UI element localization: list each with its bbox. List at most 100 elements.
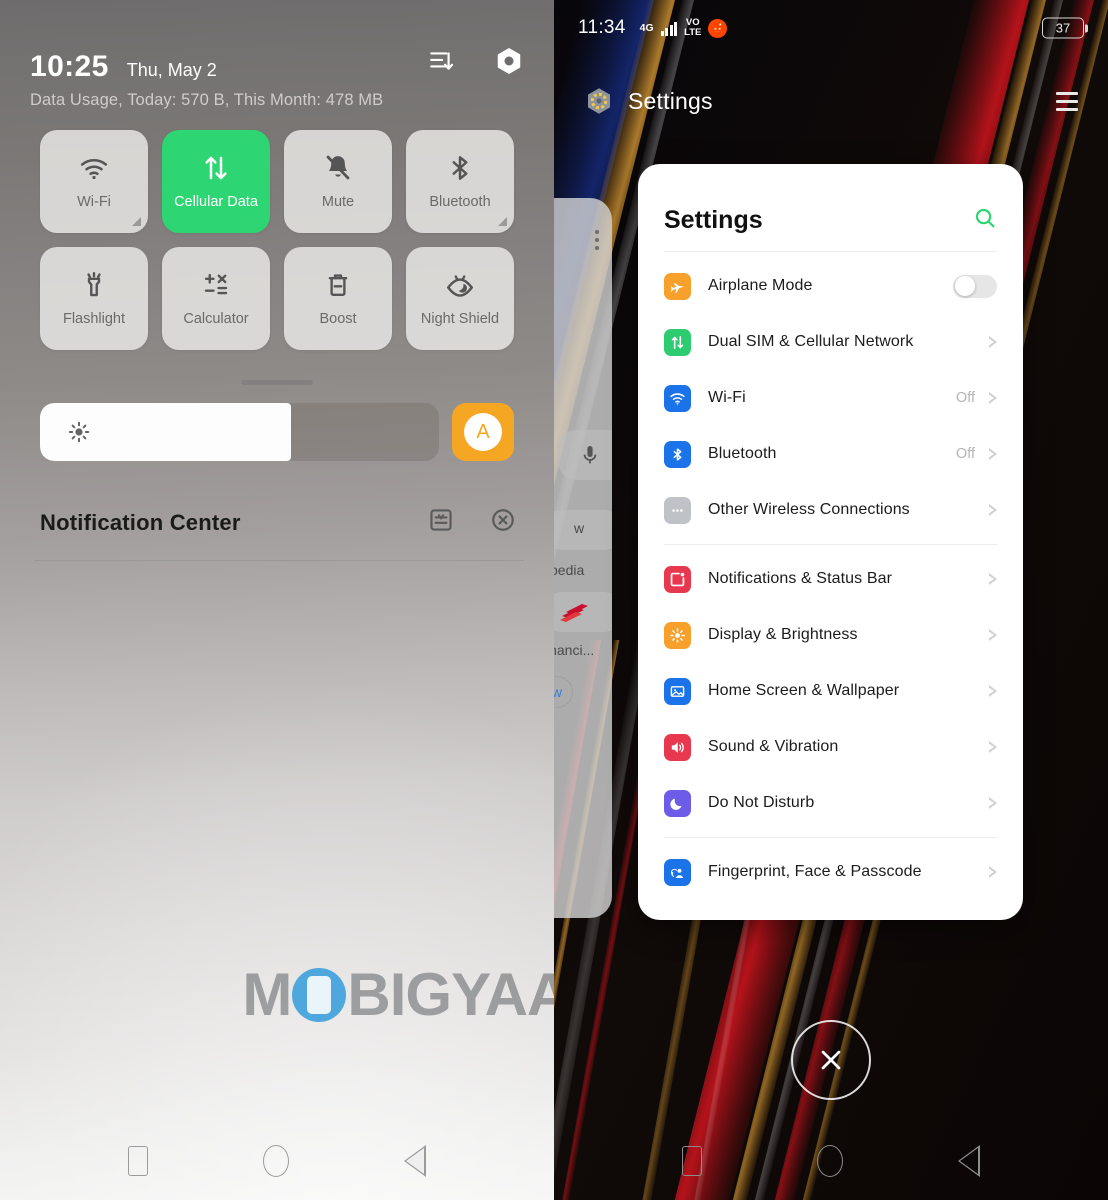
settings-row-do-not-disturb[interactable]: Do Not Disturb: [638, 775, 1023, 831]
nav-back-button[interactable]: [958, 1145, 981, 1177]
watermark-text: M BIGYAAN: [242, 960, 554, 1029]
sim-cellular-icon: [664, 328, 691, 356]
settings-group-device: Notifications & Status Bar Display & Bri…: [638, 545, 1023, 837]
right-navigation-bar: [554, 1122, 1108, 1200]
settings-group-security: Fingerprint, Face & Passcode: [638, 838, 1023, 906]
tile-flashlight[interactable]: Flashlight: [40, 247, 148, 350]
notification-divider: [34, 560, 524, 561]
settings-row-sound[interactable]: Sound & Vibration: [638, 719, 1023, 775]
notification-center-header: Notification Center: [0, 461, 554, 538]
settings-row-label: Do Not Disturb: [708, 794, 815, 811]
settings-row-label: Bluetooth: [708, 445, 777, 462]
chevron-right-icon: [988, 448, 997, 460]
tile-label: Cellular Data: [174, 194, 258, 211]
settings-gear-app-icon: [584, 86, 614, 116]
wifi-icon: [664, 384, 691, 412]
wifi-icon: [79, 153, 109, 183]
watermark-phone-screen: [307, 975, 332, 1014]
speaker-icon: [664, 733, 691, 761]
recent-app-card-peek[interactable]: w pedia inanci... Show: [554, 198, 612, 918]
reddit-icon: [708, 18, 728, 38]
chevron-right-icon: [988, 741, 997, 753]
tile-cellular-data[interactable]: Cellular Data: [162, 130, 270, 233]
notification-badge-icon: [664, 565, 691, 593]
airplane-mode-toggle[interactable]: [953, 274, 997, 298]
tile-label: Bluetooth: [429, 194, 491, 211]
nav-home-button[interactable]: [262, 1145, 289, 1177]
moon-icon: [664, 789, 691, 817]
control-center-panel: 10:25 Thu, May 2 Data Usage, Today: 570 …: [0, 0, 554, 1200]
nav-recents-button[interactable]: [681, 1146, 702, 1176]
tile-calculator[interactable]: Calculator: [162, 247, 270, 350]
bluetooth-icon: [664, 440, 691, 468]
settings-app-panel: 11:34 4G VO LTE 37 Settings w edia anci.…: [554, 0, 1108, 1200]
settings-card-header: Settings: [638, 164, 1023, 251]
tile-expand-indicator[interactable]: [498, 217, 507, 226]
tile-wifi[interactable]: Wi-Fi: [40, 130, 148, 233]
tile-bluetooth[interactable]: Bluetooth: [406, 130, 514, 233]
chevron-right-icon: [988, 797, 997, 809]
settings-row-fingerprint[interactable]: Fingerprint, Face & Passcode: [638, 844, 1023, 900]
tile-label: Wi-Fi: [77, 194, 111, 211]
bell-muted-icon: [323, 153, 353, 183]
settings-row-airplane-mode[interactable]: Airplane Mode: [638, 258, 1023, 314]
settings-row-display[interactable]: Display & Brightness: [638, 607, 1023, 663]
microphone-icon: [578, 443, 602, 472]
settings-app-title: Settings: [628, 87, 713, 114]
tile-expand-indicator[interactable]: [132, 217, 141, 226]
clock-time: 10:25: [30, 50, 109, 83]
nav-home-button[interactable]: [816, 1145, 843, 1177]
settings-row-dual-sim[interactable]: Dual SIM & Cellular Network: [638, 314, 1023, 370]
left-status-spacer: [0, 0, 554, 40]
cellular-icon: [201, 153, 231, 183]
brightness-slider[interactable]: [40, 403, 439, 461]
settings-row-label: Wi-Fi: [708, 389, 746, 406]
peek-text-3: inanci...: [554, 642, 595, 658]
settings-row-home-screen[interactable]: Home Screen & Wallpaper: [638, 663, 1023, 719]
auto-brightness-button[interactable]: A: [452, 403, 514, 461]
network-type-label: 4G: [639, 21, 654, 34]
more-vertical-icon[interactable]: [595, 230, 599, 254]
tile-label: Calculator: [183, 311, 249, 328]
status-clock: 11:34: [578, 17, 626, 38]
tile-boost[interactable]: Boost: [284, 247, 392, 350]
header-icon-group: [428, 46, 524, 76]
settings-group-connectivity: Airplane Mode Dual SIM & Cellular Networ…: [638, 252, 1023, 544]
nav-back-button[interactable]: [404, 1145, 427, 1177]
clock-date-row: 10:25 Thu, May 2: [30, 48, 524, 83]
dual-screenshot-container: 10:25 Thu, May 2 Data Usage, Today: 570 …: [0, 0, 1108, 1200]
tile-night-shield[interactable]: Night Shield: [406, 247, 514, 350]
watermark-after: BIGYAAN: [347, 961, 554, 1028]
search-icon[interactable]: [973, 206, 997, 235]
settings-app-header: Settings: [554, 56, 1108, 116]
peek-text-1: w: [574, 520, 585, 536]
tile-mute[interactable]: Mute: [284, 130, 392, 233]
tile-label: Boost: [319, 311, 357, 328]
hex-gear-icon[interactable]: [494, 46, 524, 76]
peek-show-link[interactable]: Show: [554, 676, 574, 708]
watermark-before: M: [242, 961, 292, 1028]
nav-recents-button[interactable]: [127, 1146, 148, 1176]
settings-row-label: Fingerprint, Face & Passcode: [708, 863, 922, 880]
auto-brightness-label: A: [464, 413, 502, 451]
settings-row-bluetooth[interactable]: Bluetooth Off: [638, 426, 1023, 482]
settings-row-label: Airplane Mode: [708, 277, 813, 294]
chevron-right-icon: [988, 504, 997, 516]
clear-all-icon[interactable]: [490, 507, 516, 538]
hamburger-menu-icon[interactable]: [1056, 91, 1078, 111]
tile-label: Night Shield: [420, 311, 500, 328]
tile-label: Flashlight: [62, 311, 126, 328]
wallpaper-icon: [664, 677, 691, 705]
settings-row-notifications[interactable]: Notifications & Status Bar: [638, 551, 1023, 607]
airplane-icon: [664, 272, 691, 300]
settings-row-value: Off: [955, 446, 975, 462]
sort-lines-icon[interactable]: [428, 48, 454, 74]
brightness-icon: [664, 621, 691, 649]
notification-settings-icon[interactable]: [428, 507, 454, 538]
settings-row-wifi[interactable]: Wi-Fi Off: [638, 370, 1023, 426]
boost-trash-icon: [323, 270, 353, 300]
brightness-row: A: [0, 385, 554, 461]
close-recents-button[interactable]: [791, 1020, 871, 1100]
settings-row-other-wireless[interactable]: Other Wireless Connections: [638, 482, 1023, 538]
bofa-logo-icon: [560, 602, 594, 629]
